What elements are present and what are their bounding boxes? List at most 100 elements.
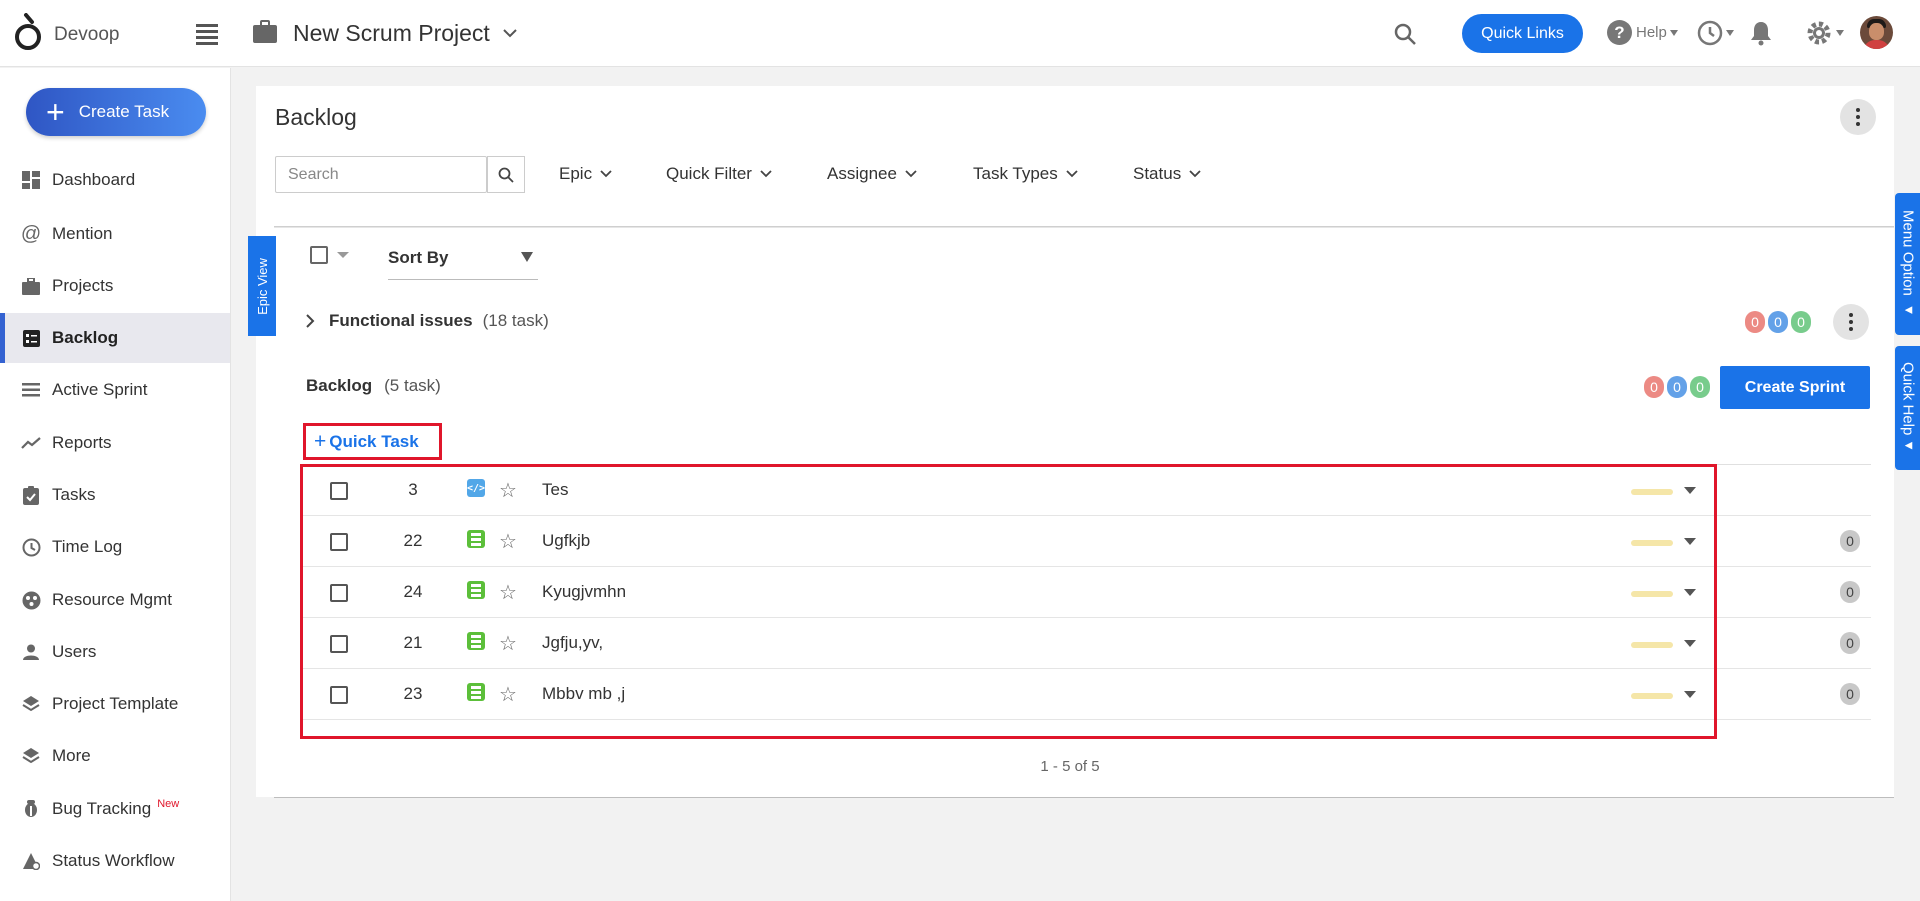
layers-icon <box>21 746 41 766</box>
quick-help-label: Quick Help◂ <box>1899 362 1917 454</box>
user-avatar[interactable] <box>1860 16 1893 49</box>
caret-down-icon <box>1836 30 1844 36</box>
caret-down-icon <box>1726 30 1734 36</box>
sidebar-item-project-template[interactable]: Project Template <box>0 679 230 729</box>
sidebar-item-label: Users <box>52 642 97 661</box>
backlog-status-counts: 0 0 0 <box>1644 376 1713 398</box>
logo-icon <box>15 13 41 50</box>
sort-by-select[interactable]: Sort By <box>388 236 538 280</box>
epic-view-tab[interactable]: Epic View <box>248 236 276 336</box>
filter-label: Epic <box>559 164 593 183</box>
settings-menu[interactable] <box>1805 19 1844 47</box>
sidebar-item-users[interactable]: Users <box>0 627 230 677</box>
page-title: Backlog <box>275 104 357 130</box>
sidebar-item-bug-tracking[interactable]: Bug Tracking New <box>0 784 230 834</box>
search-icon <box>498 167 514 183</box>
backlog-section-name: Backlog <box>306 376 373 395</box>
filter-task-types[interactable]: Task Types <box>973 164 1078 184</box>
resource-icon <box>21 590 41 610</box>
backlog-section-count: (5 task) <box>384 376 441 395</box>
filter-label: Assignee <box>827 164 897 183</box>
hamburger-menu-icon[interactable] <box>196 24 218 45</box>
sidebar-item-label: Dashboard <box>52 170 136 189</box>
quick-help-tab[interactable]: Quick Help◂ <box>1895 346 1920 470</box>
caret-down-icon <box>1669 29 1678 36</box>
panel-bottom-divider <box>274 797 1894 798</box>
menu-option-label: Menu Option ◂ <box>1899 209 1917 319</box>
menu-option-tab[interactable]: Menu Option ◂ <box>1895 193 1920 335</box>
in-progress-count-badge: 0 <box>1768 311 1788 333</box>
filter-epic[interactable]: Epic <box>559 164 612 184</box>
sprint-icon <box>21 380 41 400</box>
sidebar-item-resource-mgmt[interactable]: Resource Mgmt <box>0 575 230 625</box>
story-points-badge: 0 <box>1840 632 1860 654</box>
quick-task-button[interactable]: + Quick Task <box>314 430 419 454</box>
sidebar-item-projects[interactable]: Projects <box>0 261 230 311</box>
plus-icon: + <box>46 94 65 130</box>
epic-group-status-counts: 0 0 0 <box>1745 311 1814 333</box>
select-all-checkbox[interactable] <box>310 246 328 264</box>
dropdown-triangle-icon <box>521 252 533 262</box>
create-task-button[interactable]: + Create Task <box>26 88 206 136</box>
workflow-icon <box>21 851 41 871</box>
sidebar-item-status-workflow[interactable]: Status Workflow <box>0 836 230 886</box>
filter-assignee[interactable]: Assignee <box>827 164 917 184</box>
sidebar-item-label: Reports <box>52 433 112 452</box>
in-progress-count-badge: 0 <box>1667 376 1687 398</box>
chevron-down-icon <box>1189 170 1201 178</box>
sidebar-item-time-log[interactable]: Time Log <box>0 522 230 572</box>
search-icon[interactable] <box>1393 22 1417 46</box>
filter-status[interactable]: Status <box>1133 164 1201 184</box>
app-logo[interactable]: Devoop <box>14 13 120 51</box>
search-button[interactable] <box>487 156 525 193</box>
sidebar-item-reports[interactable]: Reports <box>0 418 230 468</box>
chevron-right-icon[interactable] <box>306 314 315 328</box>
help-icon: ? <box>1607 20 1632 45</box>
page-more-options-icon[interactable] <box>1840 99 1876 135</box>
sidebar-item-label: Tasks <box>52 485 96 504</box>
todo-count-badge: 0 <box>1745 311 1765 333</box>
help-label: Help <box>1636 24 1667 41</box>
chevron-down-icon <box>760 170 772 178</box>
clock-icon <box>1697 20 1723 46</box>
recent-history-menu[interactable] <box>1697 20 1734 46</box>
story-points-badge: 0 <box>1840 530 1860 552</box>
chevron-down-icon <box>600 170 612 178</box>
sidebar: + Create Task Dashboard @ Mention Projec… <box>0 68 231 901</box>
search-input[interactable] <box>275 156 487 193</box>
dashboard-icon <box>21 170 41 190</box>
create-sprint-button[interactable]: Create Sprint <box>1720 366 1870 409</box>
select-options-caret-icon[interactable] <box>337 252 349 258</box>
quick-links-button[interactable]: Quick Links <box>1462 14 1583 53</box>
plus-icon: + <box>314 430 327 453</box>
logo-text: Devoop <box>54 24 120 45</box>
epic-group-count: (18 task) <box>482 311 549 330</box>
story-points-badge: 0 <box>1840 581 1860 603</box>
chevron-down-icon[interactable] <box>502 28 518 38</box>
sidebar-item-active-sprint[interactable]: Active Sprint <box>0 365 230 415</box>
project-title[interactable]: New Scrum Project <box>293 20 490 47</box>
sidebar-item-backlog[interactable]: Backlog <box>0 313 230 363</box>
sidebar-item-mention[interactable]: @ Mention <box>0 209 230 259</box>
filter-divider-shadow <box>274 227 1894 228</box>
bug-icon <box>21 799 41 819</box>
sidebar-item-label: More <box>52 746 91 765</box>
filter-quick-filter[interactable]: Quick Filter <box>666 164 772 184</box>
notification-bell-icon[interactable] <box>1750 20 1772 46</box>
clock-icon <box>21 537 41 557</box>
story-points-badge: 0 <box>1840 683 1860 705</box>
sidebar-item-label: Projects <box>52 276 114 295</box>
sidebar-item-tasks[interactable]: Tasks <box>0 470 230 520</box>
todo-count-badge: 0 <box>1644 376 1664 398</box>
gear-icon <box>1807 21 1831 45</box>
quick-task-label: Quick Task <box>329 432 419 451</box>
sidebar-item-more[interactable]: More <box>0 731 230 781</box>
epic-group-functional-issues[interactable]: Functional issues (18 task) <box>306 311 549 331</box>
sidebar-item-dashboard[interactable]: Dashboard <box>0 155 230 205</box>
sort-by-label: Sort By <box>388 247 449 267</box>
pagination-text: 1 - 5 of 5 <box>1040 758 1100 775</box>
epic-group-more-options-icon[interactable] <box>1833 304 1869 340</box>
help-menu[interactable]: ? Help <box>1607 20 1678 45</box>
sidebar-item-label: Project Template <box>52 694 179 713</box>
chevron-down-icon <box>905 170 917 178</box>
